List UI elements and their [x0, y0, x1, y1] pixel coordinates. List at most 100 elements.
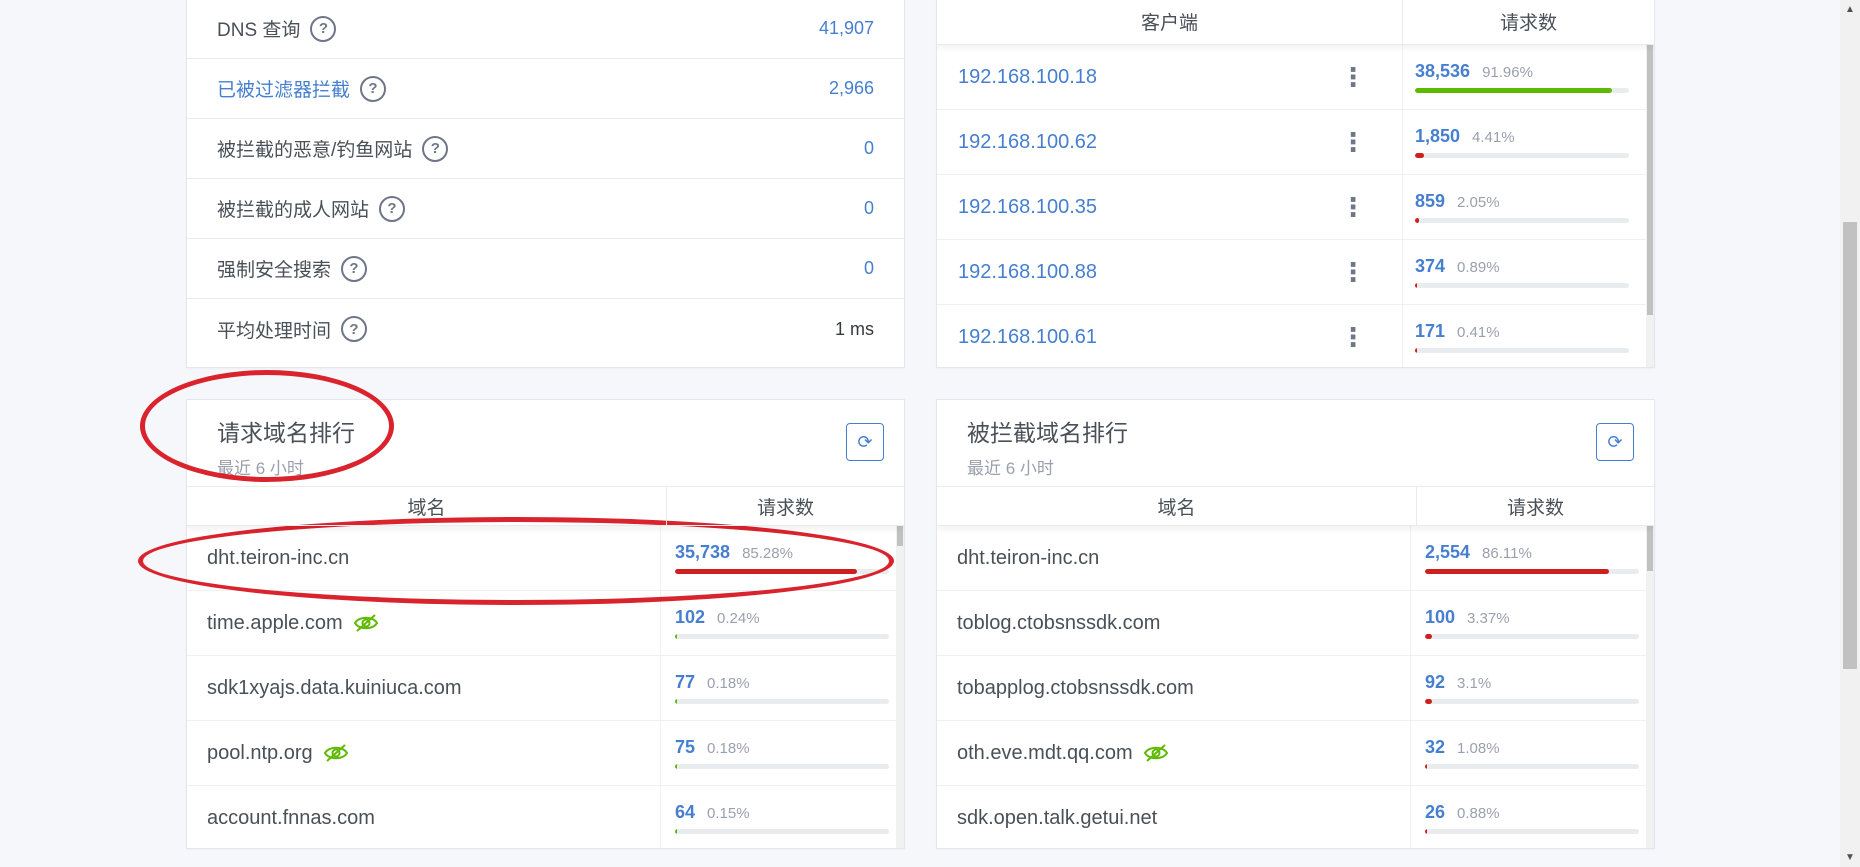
request-count[interactable]: 32 — [1425, 737, 1445, 758]
client-row: 192.168.100.35 ⋮ 859 2.05% — [937, 175, 1654, 240]
annotation-ellipse-title — [140, 370, 394, 482]
stat-label-text: 被拦截的恶意/钓鱼网站 — [217, 140, 413, 161]
eye-slash-icon[interactable] — [1143, 743, 1169, 763]
refresh-button[interactable]: ⟳ — [1596, 423, 1634, 461]
help-icon[interactable]: ? — [360, 75, 387, 102]
help-icon[interactable]: ? — [341, 316, 368, 342]
stat-label-text[interactable]: 已被过滤器拦截 — [217, 75, 350, 102]
progress-bar-fill — [1425, 569, 1610, 574]
page-scrollbar[interactable]: ▲ ▼ — [1840, 0, 1860, 867]
column-header-requests[interactable]: 请求数 — [1417, 487, 1654, 525]
client-ip-cell: 192.168.100.35 ⋮ — [937, 175, 1403, 239]
domain-row: toblog.ctobsnssdk.com 100 3.37% — [937, 591, 1654, 656]
clients-scrollbar[interactable] — [1646, 45, 1654, 367]
request-count[interactable]: 171 — [1415, 321, 1445, 342]
count-line: 102 0.24% — [675, 607, 889, 628]
request-count[interactable]: 102 — [675, 607, 705, 628]
request-count-cell: 92 3.1% — [1411, 656, 1654, 720]
blocked-table-body: dht.teiron-inc.cn 2,554 86.11% toblog.ctobs… — [937, 526, 1654, 848]
request-count[interactable]: 859 — [1415, 191, 1445, 212]
stats-list: DNS 查询? 41,907 已被过滤器拦截? 2,966 被拦截的恶意/钓鱼网站? 0 被… — [187, 0, 904, 359]
progress-bar-fill — [1425, 764, 1428, 769]
request-count[interactable]: 77 — [675, 672, 695, 693]
request-count-cell: 100 3.37% — [1411, 591, 1654, 655]
stat-label: 被拦截的恶意/钓鱼网站? — [217, 135, 449, 162]
request-count-cell: 77 0.18% — [661, 656, 904, 720]
progress-bar — [675, 764, 889, 769]
request-count[interactable]: 26 — [1425, 802, 1445, 823]
progress-bar — [1425, 569, 1639, 574]
request-percent: 4.41% — [1472, 129, 1515, 146]
request-count[interactable]: 2,554 — [1425, 542, 1470, 563]
progress-bar — [1415, 283, 1629, 288]
column-header-requests[interactable]: 请求数 — [667, 487, 904, 525]
scroll-down-icon[interactable]: ▼ — [1840, 852, 1860, 863]
stat-value: 1 ms — [834, 318, 874, 339]
request-percent: 2.05% — [1457, 194, 1500, 211]
page-scroll-thumb[interactable] — [1843, 222, 1857, 669]
stat-value[interactable]: 2,966 — [829, 78, 874, 99]
column-header-requests[interactable]: 请求数 — [1403, 0, 1654, 44]
column-header-domain[interactable]: 域名 — [187, 487, 667, 525]
help-icon[interactable]: ? — [310, 15, 337, 42]
count-line: 75 0.18% — [675, 737, 889, 758]
progress-bar — [1425, 634, 1639, 639]
client-ip-link[interactable]: 192.168.100.61 — [958, 326, 1097, 349]
progress-bar — [1415, 348, 1629, 353]
client-row: 192.168.100.61 ⋮ 171 0.41% — [937, 305, 1654, 367]
count-line: 1,850 4.41% — [1415, 126, 1632, 147]
client-ip-link[interactable]: 192.168.100.62 — [958, 131, 1097, 154]
request-count[interactable]: 100 — [1425, 607, 1455, 628]
stat-label[interactable]: 已被过滤器拦截? — [217, 75, 387, 102]
stat-value[interactable]: 0 — [864, 258, 874, 279]
blocked-scrollbar[interactable] — [1646, 526, 1654, 848]
progress-bar — [675, 634, 889, 639]
domain-cell: pool.ntp.org — [187, 721, 661, 785]
request-count[interactable]: 92 — [1425, 672, 1445, 693]
request-count[interactable]: 38,536 — [1415, 61, 1470, 82]
column-header-domain[interactable]: 域名 — [937, 487, 1417, 525]
eye-slash-icon[interactable] — [353, 613, 379, 633]
domains-scrollbar[interactable] — [896, 526, 904, 848]
domain-name: time.apple.com — [207, 611, 343, 634]
client-ip-link[interactable]: 192.168.100.88 — [958, 261, 1097, 284]
domain-cell: sdk1xyajs.data.kuiniuca.com — [187, 656, 661, 720]
kebab-menu-icon[interactable]: ⋮ — [1340, 194, 1366, 220]
stat-value[interactable]: 41,907 — [819, 18, 874, 39]
refresh-button[interactable]: ⟳ — [846, 423, 884, 461]
count-line: 38,536 91.96% — [1415, 61, 1632, 82]
request-count[interactable]: 64 — [675, 802, 695, 823]
kebab-menu-icon[interactable]: ⋮ — [1340, 324, 1366, 350]
domain-row: sdk.open.talk.getui.net 26 0.88% — [937, 786, 1654, 848]
request-percent: 0.18% — [707, 675, 750, 692]
progress-bar-fill — [1425, 829, 1427, 834]
card-subtitle: 最近 6 小时 — [967, 459, 1054, 478]
stat-value[interactable]: 0 — [864, 138, 874, 159]
client-ip-link[interactable]: 192.168.100.35 — [958, 196, 1097, 219]
domain-row: pool.ntp.org 75 0.18% — [187, 721, 904, 786]
kebab-menu-icon[interactable]: ⋮ — [1340, 259, 1366, 285]
annotation-ellipse-row — [138, 517, 894, 605]
help-icon[interactable]: ? — [379, 195, 406, 222]
request-count[interactable]: 374 — [1415, 256, 1445, 277]
progress-bar — [1415, 218, 1629, 223]
count-line: 64 0.15% — [675, 802, 889, 823]
scroll-up-icon[interactable]: ▲ — [1840, 4, 1860, 15]
count-line: 92 3.1% — [1425, 672, 1639, 693]
count-line: 171 0.41% — [1415, 321, 1632, 342]
client-ip-link[interactable]: 192.168.100.18 — [958, 66, 1097, 89]
kebab-menu-icon[interactable]: ⋮ — [1340, 129, 1366, 155]
eye-slash-icon[interactable] — [323, 743, 349, 763]
domain-row: tobapplog.ctobsnssdk.com 92 3.1% — [937, 656, 1654, 721]
kebab-menu-icon[interactable]: ⋮ — [1340, 64, 1366, 90]
stat-row: 平均处理时间? 1 ms — [187, 299, 904, 359]
stat-value[interactable]: 0 — [864, 198, 874, 219]
request-count-cell: 64 0.15% — [661, 786, 904, 848]
request-count[interactable]: 75 — [675, 737, 695, 758]
request-percent: 1.08% — [1457, 740, 1500, 757]
help-icon[interactable]: ? — [341, 255, 368, 282]
request-count[interactable]: 1,850 — [1415, 126, 1460, 147]
column-header-client[interactable]: 客户端 — [937, 0, 1403, 44]
request-count-cell: 38,536 91.96% — [1403, 45, 1654, 109]
help-icon[interactable]: ? — [422, 135, 449, 162]
